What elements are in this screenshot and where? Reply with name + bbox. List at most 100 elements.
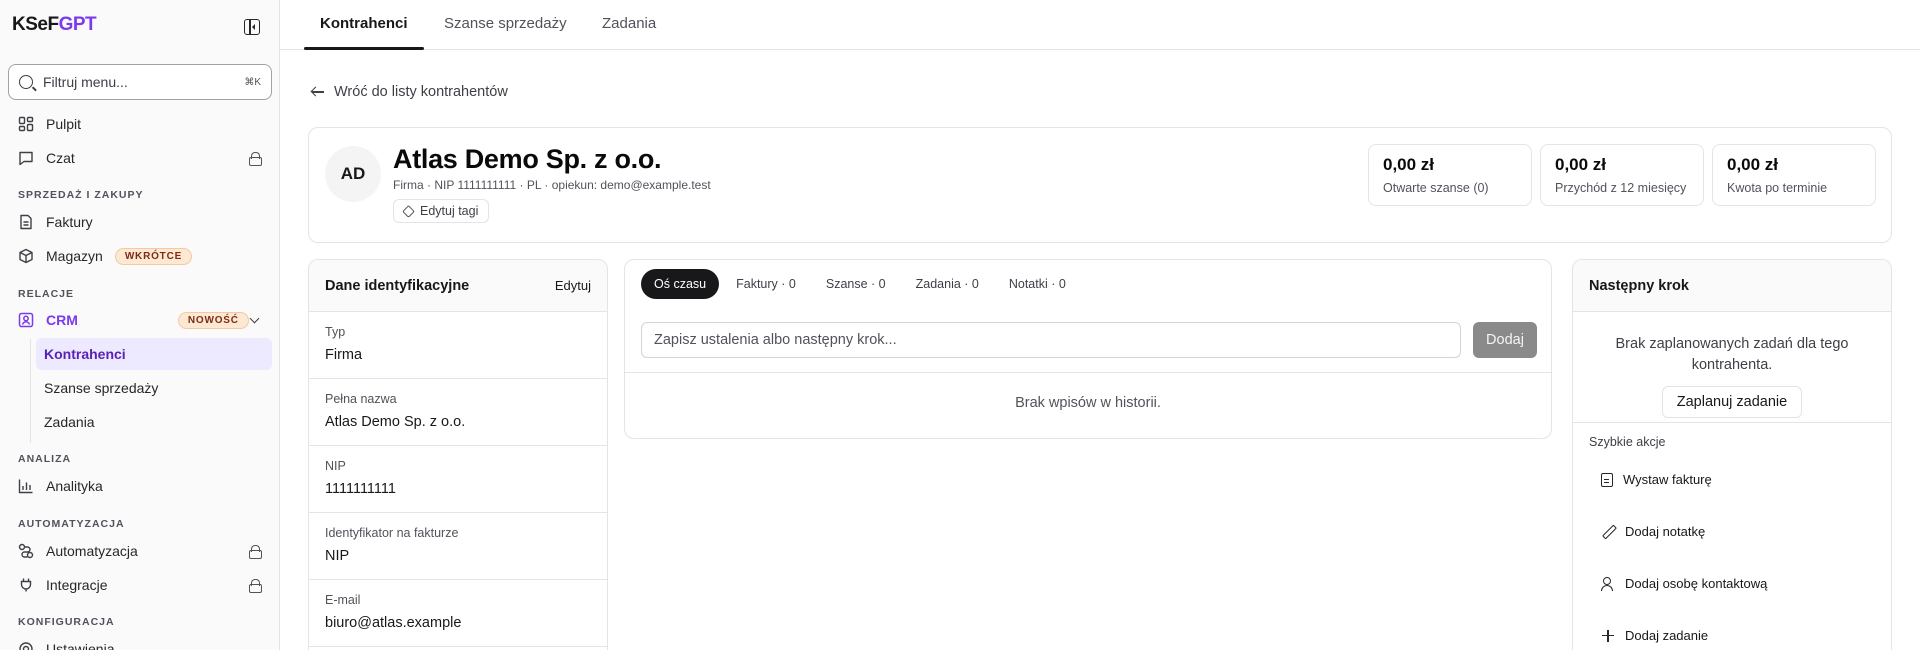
sidebar-item-crm[interactable]: CRM NOWOŚĆ (8, 304, 272, 336)
stat-value: 0,00 zł (1555, 155, 1607, 174)
stat-open-opportunities: 0,00 zł Otwarte szanse (0) (1368, 144, 1532, 206)
lock-icon (249, 579, 262, 593)
lock-icon (249, 545, 262, 559)
identification-panel-header: Dane identyfikacyjne Edytuj (309, 260, 607, 312)
tab-tasks[interactable]: Zadania (602, 15, 656, 32)
sidebar-item-tasks[interactable]: Zadania (36, 406, 272, 438)
section-label-sales: SPRZEDAŻ I ZAKUPY (18, 189, 144, 201)
add-contact-action[interactable]: Dodaj osobę kontaktową (1601, 576, 1767, 591)
sidebar: KSeFGPT ⌘K Pulpit Czat SPRZEDAŻ I ZAKUPY… (0, 0, 280, 650)
chevron-down-icon[interactable] (249, 313, 260, 324)
tab-timeline[interactable]: Oś czasu (641, 269, 720, 299)
active-tab-indicator (304, 47, 424, 50)
sidebar-item-warehouse[interactable]: Magazyn WKRÓTCE (8, 240, 272, 272)
menu-filter[interactable]: ⌘K (8, 64, 272, 100)
document-icon (18, 214, 34, 230)
field-value: Atlas Demo Sp. z o.o. (325, 414, 466, 430)
add-note-action[interactable]: Dodaj notatkę (1601, 524, 1705, 539)
sidebar-item-chat[interactable]: Czat (8, 142, 272, 174)
action-label: Dodaj osobę kontaktową (1625, 576, 1768, 591)
field-value: biuro@atlas.example (325, 615, 462, 631)
sidebar-item-analytics[interactable]: Analityka (8, 470, 272, 502)
stat-value: 0,00 zł (1383, 155, 1435, 174)
sidebar-item-label: Magazyn (46, 248, 103, 264)
sidebar-item-label: Automatyzacja (46, 543, 138, 559)
note-input[interactable] (641, 322, 1461, 358)
stat-overdue-amount: 0,00 zł Kwota po terminie (1712, 144, 1876, 206)
field-value: Firma (325, 347, 363, 363)
plus-icon (1601, 629, 1615, 643)
sidebar-collapse-icon[interactable] (244, 19, 260, 35)
sidebar-item-contractors[interactable]: Kontrahenci (36, 338, 272, 370)
section-label-analysis: ANALIZA (18, 453, 72, 465)
edit-identification-button[interactable]: Edytuj (555, 278, 591, 293)
section-label-configuration: KONFIGURACJA (18, 616, 115, 628)
submenu-guide-line (30, 339, 31, 443)
next-step-empty-state: Brak zaplanowanych zadań dla tego kontra… (1615, 336, 1849, 373)
stat-label: Otwarte szanse (0) (1383, 181, 1489, 195)
lock-icon (249, 152, 262, 166)
back-to-list-link[interactable]: Wróć do listy kontrahentów (312, 84, 508, 100)
section-label-relations: RELACJE (18, 288, 75, 300)
field-label: Pełna nazwa (325, 392, 397, 406)
crm-icon (18, 312, 34, 328)
quick-actions-label: Szybkie akcje (1589, 435, 1666, 449)
field-nip: NIP 1111111111 (309, 446, 607, 513)
sidebar-item-opportunities[interactable]: Szanse sprzedaży (36, 372, 272, 404)
tab-opportunities[interactable]: Szanse sprzedaży (444, 15, 567, 32)
tab-contractors[interactable]: Kontrahenci (320, 15, 408, 32)
next-step-panel: Następny krok Brak zaplanowanych zadań d… (1572, 259, 1892, 650)
sidebar-item-settings[interactable]: Ustawienia (8, 633, 272, 650)
edit-tags-label: Edytuj tagi (420, 204, 479, 218)
avatar: AD (325, 146, 381, 202)
field-invoice-identifier: Identyfikator na fakturze NIP (309, 513, 607, 580)
sidebar-item-label: Czat (46, 150, 75, 166)
add-task-action[interactable]: Dodaj zadanie (1601, 628, 1708, 643)
add-note-button[interactable]: Dodaj (1473, 322, 1537, 358)
user-plus-icon (1601, 576, 1615, 591)
field-email: E-mail biuro@atlas.example (309, 580, 607, 647)
sidebar-item-dashboard[interactable]: Pulpit (8, 108, 272, 140)
section-label-automation: AUTOMATYZACJA (18, 518, 125, 530)
next-step-panel-header: Następny krok (1573, 260, 1891, 312)
tab-timeline-invoices[interactable]: Faktury · 0 (723, 269, 809, 299)
menu-filter-input[interactable] (43, 74, 245, 90)
plug-icon (18, 577, 34, 593)
tab-timeline-notes[interactable]: Notatki · 0 (996, 269, 1079, 299)
top-tabs: Kontrahenci Szanse sprzedaży Zadania (280, 0, 1920, 50)
sidebar-item-invoices[interactable]: Faktury (8, 206, 272, 238)
sidebar-item-integrations[interactable]: Integracje (8, 569, 272, 601)
chat-icon (18, 150, 34, 166)
back-link-label: Wróć do listy kontrahentów (334, 84, 508, 100)
stat-label: Przychód z 12 miesięcy (1555, 181, 1687, 195)
dashboard-icon (18, 116, 34, 132)
page-title: Atlas Demo Sp. z o.o. (393, 144, 662, 174)
tab-timeline-opportunities[interactable]: Szanse · 0 (813, 269, 899, 299)
sidebar-item-label: CRM (46, 312, 78, 328)
shortcut-hint: ⌘K (244, 76, 261, 88)
app-logo[interactable]: KSeFGPT (12, 14, 97, 36)
company-meta: Firma · NIP 1111111111 · PL · opiekun: d… (393, 178, 711, 192)
arrow-left-icon (312, 87, 324, 97)
divider (1573, 422, 1891, 423)
tab-timeline-tasks[interactable]: Zadania · 0 (903, 269, 992, 299)
edit-tags-button[interactable]: Edytuj tagi (393, 199, 490, 223)
field-label: E-mail (325, 593, 361, 607)
sidebar-item-label: Analityka (46, 478, 103, 494)
automation-icon (18, 543, 34, 559)
field-value: NIP (325, 548, 350, 564)
identification-panel: Dane identyfikacyjne Edytuj Typ Firma Pe… (308, 259, 608, 650)
schedule-task-button[interactable]: Zaplanuj zadanie (1661, 386, 1803, 418)
panel-title: Dane identyfikacyjne (325, 277, 470, 294)
field-type: Typ Firma (309, 312, 607, 379)
new-badge: NOWOŚĆ (177, 311, 249, 329)
tag-icon (402, 204, 415, 218)
field-label: Identyfikator na fakturze (325, 526, 459, 540)
sidebar-item-automation[interactable]: Automatyzacja (8, 535, 272, 567)
search-icon (19, 75, 33, 89)
issue-invoice-action[interactable]: Wystaw fakturę (1601, 472, 1712, 487)
pencil-icon (1601, 525, 1615, 539)
chart-icon (18, 478, 34, 494)
contractor-header-card: AD Atlas Demo Sp. z o.o. Firma · NIP 111… (308, 127, 1892, 243)
action-label: Dodaj zadanie (1625, 628, 1709, 643)
